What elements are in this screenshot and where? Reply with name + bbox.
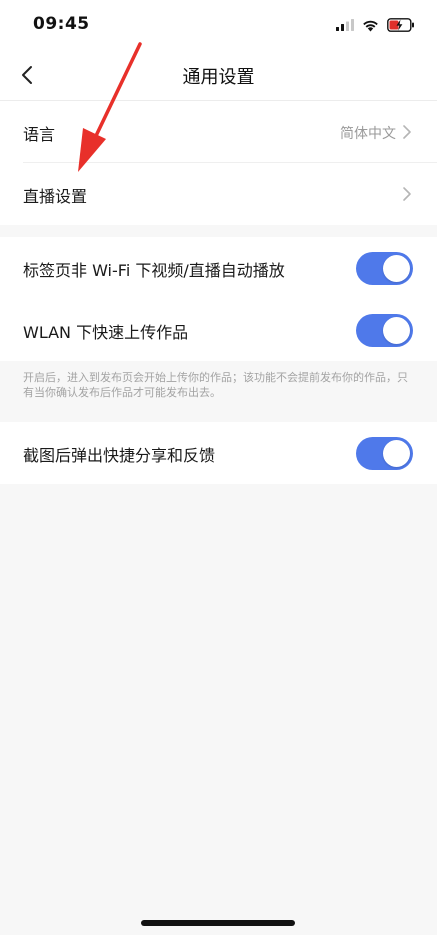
chevron-right-icon — [403, 187, 411, 201]
status-icons — [336, 16, 415, 34]
language-row[interactable]: 语言 简体中文 — [0, 101, 437, 163]
home-indicator[interactable] — [141, 920, 295, 926]
settings-group-screenshot: 截图后弹出快捷分享和反馈 — [0, 422, 437, 484]
screenshot-share-toggle[interactable] — [356, 437, 413, 470]
live-settings-label: 直播设置 — [23, 187, 88, 206]
wlan-upload-label: WLAN 下快速上传作品 — [23, 323, 189, 342]
toggle-knob — [383, 255, 410, 282]
wlan-upload-row: WLAN 下快速上传作品 — [0, 299, 437, 361]
nav-bar: 通用设置 — [0, 50, 437, 101]
language-value: 简体中文 — [340, 126, 396, 142]
screenshot-share-label: 截图后弹出快捷分享和反馈 — [23, 446, 216, 465]
screenshot-share-row: 截图后弹出快捷分享和反馈 — [0, 422, 437, 484]
settings-group-general: 语言 简体中文 直播设置 — [0, 101, 437, 225]
live-settings-row[interactable]: 直播设置 — [0, 163, 437, 225]
chevron-right-icon — [403, 125, 411, 139]
language-label: 语言 — [23, 125, 56, 144]
signal-icon — [336, 19, 354, 31]
settings-group-media: 标签页非 Wi-Fi 下视频/直播自动播放 WLAN 下快速上传作品 — [0, 237, 437, 361]
autoplay-label: 标签页非 Wi-Fi 下视频/直播自动播放 — [23, 261, 285, 280]
wlan-upload-toggle[interactable] — [356, 314, 413, 347]
autoplay-toggle[interactable] — [356, 252, 413, 285]
toggle-knob — [383, 317, 410, 344]
page-title: 通用设置 — [182, 67, 255, 88]
autoplay-row: 标签页非 Wi-Fi 下视频/直播自动播放 — [0, 237, 437, 299]
battery-charging-icon — [387, 18, 414, 32]
status-bar: 09:45 — [0, 0, 437, 50]
wlan-upload-note: 开启后，进入到发布页会开始上传你的作品；该功能不会提前发布你的作品，只有当你确认… — [23, 371, 408, 399]
wifi-icon — [363, 20, 378, 31]
toggle-knob — [383, 440, 410, 467]
status-time: 09:45 — [33, 14, 90, 34]
